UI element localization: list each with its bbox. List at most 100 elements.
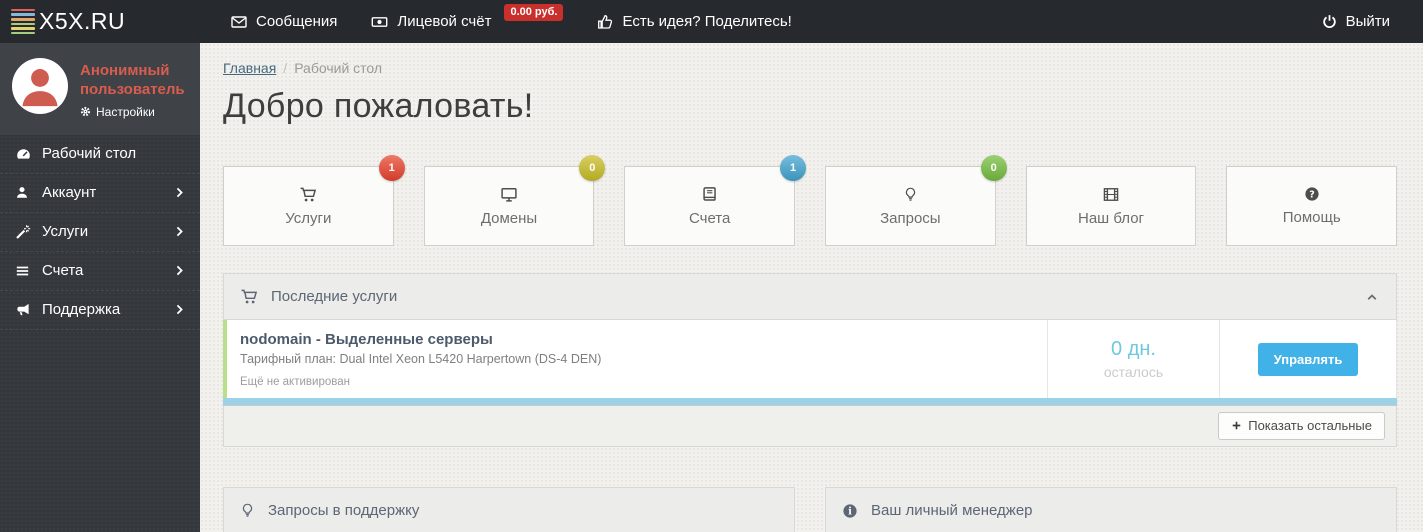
tile-badge: 0 <box>579 155 606 181</box>
sidebar-item-dashboard[interactable]: Рабочий стол <box>0 135 200 174</box>
tile-blog[interactable]: Наш блог <box>1025 166 1197 246</box>
days-left-value: 0 дн. <box>1111 338 1156 360</box>
cart-icon <box>240 288 258 305</box>
service-name: nodomain - Выделенные серверы <box>240 331 493 348</box>
manage-button[interactable]: Управлять <box>1257 342 1359 376</box>
service-info: nodomain - Выделенные серверы Тарифный п… <box>227 320 1047 398</box>
logo[interactable]: X5X.RU <box>0 8 200 35</box>
tile-label: Услуги <box>285 209 332 227</box>
bullhorn-icon <box>15 302 32 317</box>
bulb-icon <box>903 186 918 203</box>
tile-label: Счета <box>688 209 731 227</box>
tile-badge: 1 <box>378 155 405 181</box>
power-icon <box>1322 14 1337 29</box>
page-title: Добро пожаловать! <box>223 87 534 125</box>
logout-button[interactable]: Выйти <box>1322 13 1390 30</box>
thumbs-up-icon <box>597 14 613 30</box>
panel-title: Запросы в поддержку <box>268 502 420 519</box>
chevron-right-icon <box>174 186 185 199</box>
sidebar-item-label: Поддержка <box>42 301 121 318</box>
sidebar-item-label: Услуги <box>42 223 89 240</box>
tile-badge: 1 <box>780 155 807 181</box>
share-idea-label: Есть идея? Поделитесь! <box>622 13 792 30</box>
show-more-label: Показать остальные <box>1248 418 1372 433</box>
service-days-left: 0 дн. осталось <box>1047 320 1219 398</box>
tile-badge: 0 <box>980 155 1007 181</box>
recent-services-footer: Показать остальные <box>223 406 1397 447</box>
sidebar-item-label: Аккаунт <box>42 184 97 201</box>
plus-icon <box>1231 420 1242 431</box>
top-navigation: Сообщения Лицевой счёт 0.00 руб. Есть ид… <box>214 0 809 43</box>
sidebar-item-support[interactable]: Поддержка <box>0 291 200 330</box>
logo-text: X5X.RU <box>39 8 126 34</box>
sidebar-item-services[interactable]: Услуги <box>0 213 200 252</box>
tile-help[interactable]: ? Помощь <box>1226 166 1398 246</box>
info-icon: i <box>842 503 858 519</box>
days-left-label: осталось <box>1103 364 1164 380</box>
tile-label: Домены <box>480 209 538 227</box>
chevron-right-icon <box>174 303 185 316</box>
magic-wand-icon <box>15 224 32 240</box>
logo-lines-icon <box>11 8 35 35</box>
user-name: Анонимный пользователь <box>80 62 185 98</box>
dashboard-icon <box>15 146 32 162</box>
settings-label: Настройки <box>96 104 155 119</box>
sidebar: Анонимный пользователь Настройки Рабочий… <box>0 43 200 532</box>
monitor-icon <box>500 186 518 203</box>
breadcrumb: Главная / Рабочий стол <box>223 60 1397 76</box>
service-action-cell: Управлять <box>1219 320 1396 398</box>
quick-tiles: 1 Услуги 0 Домены 1 Счета 0 Запросы Наш … <box>223 155 1398 246</box>
svg-text:?: ? <box>1309 189 1315 200</box>
tile-requests[interactable]: 0 Запросы <box>825 155 1007 246</box>
recent-services-header: Последние услуги <box>223 273 1397 320</box>
show-more-button[interactable]: Показать остальные <box>1218 412 1385 440</box>
money-icon <box>371 14 388 30</box>
film-icon <box>1102 186 1120 203</box>
share-idea-link[interactable]: Есть идея? Поделитесь! <box>580 0 808 43</box>
messages-link[interactable]: Сообщения <box>214 0 354 43</box>
tile-domains[interactable]: 0 Домены <box>423 155 606 246</box>
svg-text:i: i <box>848 506 852 517</box>
bottom-panels: Запросы в поддержку i Ваш личный менедже… <box>223 487 1397 532</box>
service-row: nodomain - Выделенные серверы Тарифный п… <box>223 320 1397 398</box>
tile-label: Наш блог <box>1078 209 1145 227</box>
breadcrumb-home-link[interactable]: Главная <box>223 60 276 76</box>
help-icon: ? <box>1304 186 1320 202</box>
balance-badge: 0.00 руб. <box>504 4 564 21</box>
recent-services-panel: Последние услуги nodomain - Выделенные с… <box>223 273 1397 447</box>
sidebar-item-invoices[interactable]: Счета <box>0 252 200 291</box>
tile-label: Помощь <box>1282 209 1341 226</box>
bulb-icon <box>240 502 255 519</box>
topbar: X5X.RU Сообщения Лицевой счёт 0.00 руб. … <box>0 0 1423 43</box>
tile-services[interactable]: 1 Услуги <box>223 155 405 246</box>
personal-manager-panel: i Ваш личный менеджер <box>825 487 1397 532</box>
gear-icon <box>80 106 91 117</box>
tile-label: Запросы <box>880 209 941 227</box>
list-icon <box>15 264 32 278</box>
support-requests-panel: Запросы в поддержку <box>223 487 795 532</box>
service-plan: Тарифный план: Dual Intel Xeon L5420 Har… <box>240 352 602 366</box>
support-requests-header: Запросы в поддержку <box>223 487 795 532</box>
breadcrumb-current: Рабочий стол <box>294 60 383 76</box>
envelope-icon <box>231 14 247 30</box>
panel-title: Последние услуги <box>271 288 398 305</box>
breadcrumb-separator: / <box>283 60 288 76</box>
settings-link[interactable]: Настройки <box>80 105 188 119</box>
chevron-up-icon[interactable] <box>1364 291 1380 303</box>
panel-title: Ваш личный менеджер <box>871 502 1033 519</box>
balance-link[interactable]: Лицевой счёт 0.00 руб. <box>354 0 580 43</box>
personal-manager-header: i Ваш личный менеджер <box>825 487 1397 532</box>
avatar <box>12 58 68 114</box>
main-content: Главная / Рабочий стол Добро пожаловать! 1… <box>200 43 1423 532</box>
service-status: Ещё не активирован <box>240 376 350 388</box>
messages-label: Сообщения <box>256 13 338 30</box>
cart-icon <box>299 186 317 203</box>
service-progress-bar <box>223 398 1397 406</box>
tile-invoices[interactable]: 1 Счета <box>624 155 807 246</box>
book-icon <box>701 186 718 203</box>
sidebar-item-label: Рабочий стол <box>42 145 137 162</box>
sidebar-item-account[interactable]: Аккаунт <box>0 174 200 213</box>
chevron-right-icon <box>174 264 185 277</box>
user-profile: Анонимный пользователь Настройки <box>0 43 200 135</box>
balance-label: Лицевой счёт <box>397 13 492 30</box>
